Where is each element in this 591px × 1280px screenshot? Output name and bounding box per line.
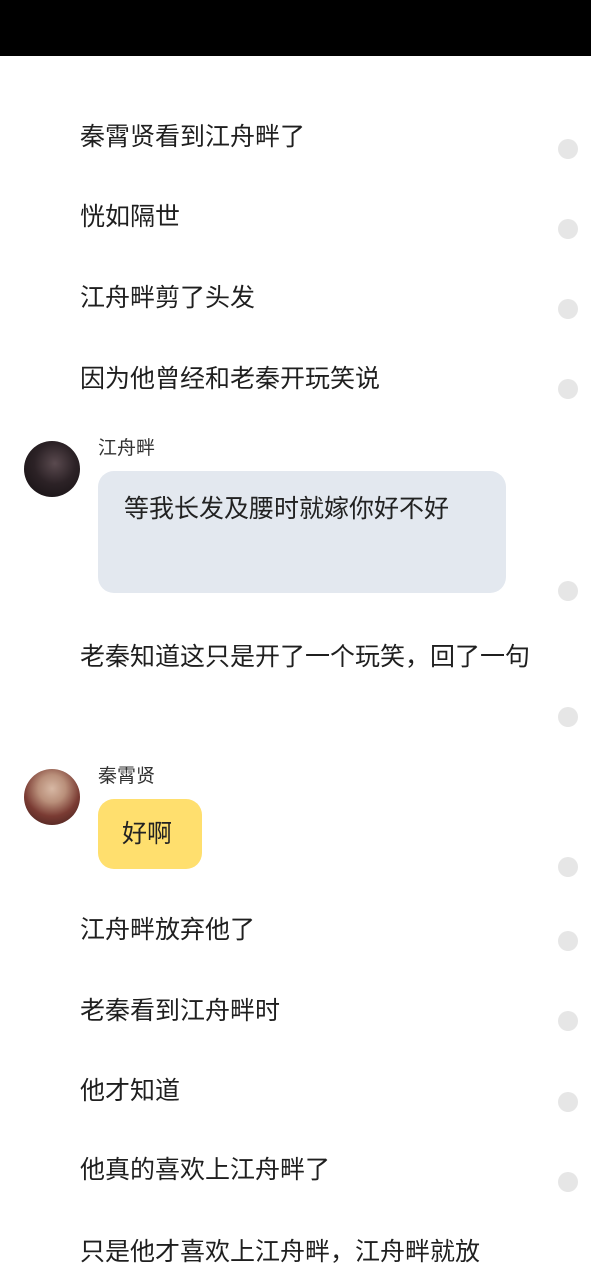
chat-bubble: 好啊 [98, 799, 202, 869]
speaker-name: 江舟畔 [98, 437, 156, 459]
story-paragraph: 恍如隔世 [80, 202, 181, 231]
story-paragraph: 老秦知道这只是开了一个玩笑，回了一句 [80, 642, 531, 671]
speaker-name: 秦霄贤 [98, 765, 156, 787]
story-paragraph: 因为他曾经和老秦开玩笑说 [80, 364, 381, 393]
story-paragraph: 老秦看到江舟畔时 [80, 996, 281, 1025]
comment-dot-icon[interactable] [558, 1011, 578, 1031]
story-paragraph: 江舟畔放弃他了 [80, 915, 256, 944]
comment-dot-icon[interactable] [558, 1172, 578, 1192]
chat-bubble: 等我长发及腰时就嫁你好不好 [98, 471, 506, 593]
comment-dot-icon[interactable] [558, 707, 578, 727]
avatar[interactable] [24, 769, 80, 825]
avatar[interactable] [24, 441, 80, 497]
comment-dot-icon[interactable] [558, 299, 578, 319]
comment-dot-icon[interactable] [558, 581, 578, 601]
comment-dot-icon[interactable] [558, 219, 578, 239]
story-paragraph: 他才知道 [80, 1076, 181, 1105]
comment-dot-icon[interactable] [558, 931, 578, 951]
story-paragraph: 他真的喜欢上江舟畔了 [80, 1155, 331, 1184]
story-paragraph: 只是他才喜欢上江舟畔，江舟畔就放 [80, 1237, 481, 1266]
story-paragraph: 秦霄贤看到江舟畔了 [80, 122, 306, 151]
story-paragraph: 江舟畔剪了头发 [80, 283, 256, 312]
comment-dot-icon[interactable] [558, 857, 578, 877]
comment-dot-icon[interactable] [558, 1092, 578, 1112]
comment-dot-icon[interactable] [558, 379, 578, 399]
comment-dot-icon[interactable] [558, 139, 578, 159]
status-bar [0, 0, 591, 56]
